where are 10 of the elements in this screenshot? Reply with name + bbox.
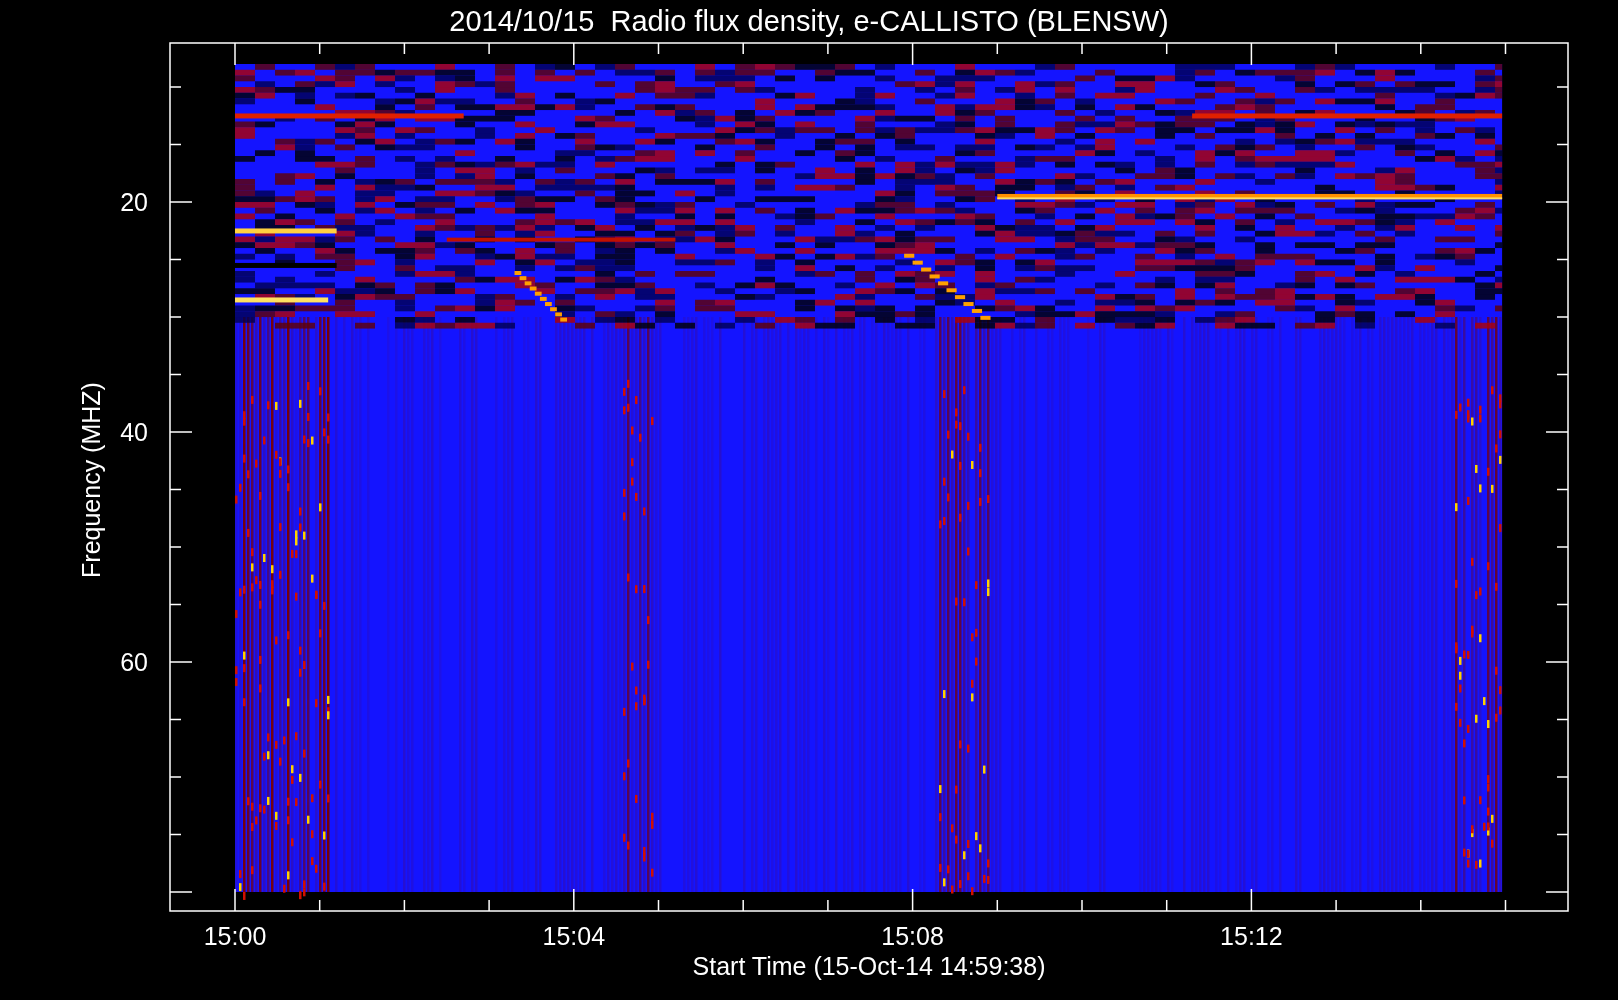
y-tick-label: 40 bbox=[120, 418, 148, 446]
x-tick-label: 15:08 bbox=[881, 922, 944, 950]
x-tick-label: 15:12 bbox=[1220, 922, 1283, 950]
x-axis-label: Start Time (15-Oct-14 14:59:38) bbox=[692, 952, 1046, 980]
y-tick-label: 60 bbox=[120, 648, 148, 676]
x-tick-label: 15:04 bbox=[542, 922, 606, 950]
y-axis-label: Frequency (MHZ) bbox=[77, 382, 105, 578]
chart-title: 2014/10/15 Radio flux density, e-CALLISTO (BLENSW) bbox=[449, 5, 1169, 37]
y-tick-label: 20 bbox=[120, 188, 148, 216]
x-tick-label: 15:00 bbox=[203, 922, 267, 950]
